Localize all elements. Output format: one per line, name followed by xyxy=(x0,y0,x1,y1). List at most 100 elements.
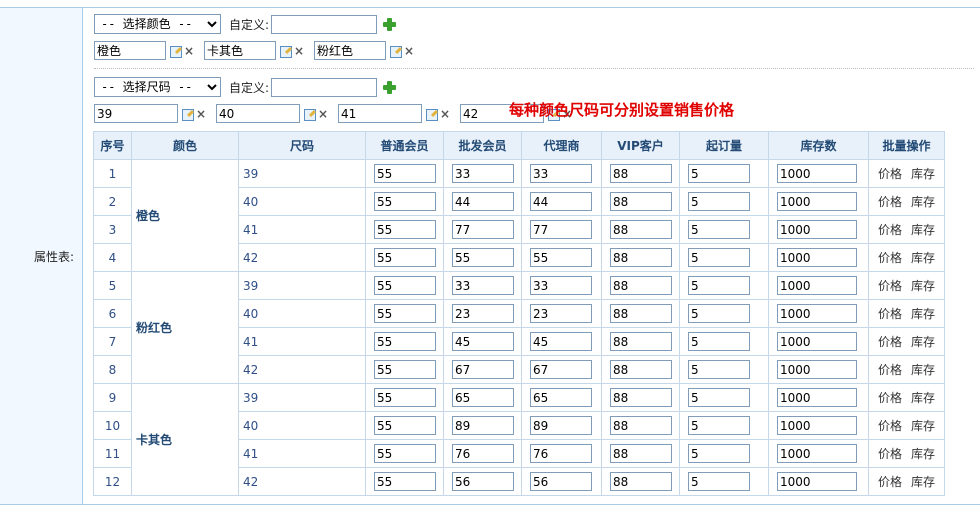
close-icon[interactable]: × xyxy=(440,108,450,120)
wholesale-member-price-input[interactable] xyxy=(452,192,514,211)
batch-price-link[interactable]: 价格 xyxy=(878,279,902,293)
regular-member-price-input[interactable] xyxy=(374,444,436,463)
batch-stock-link[interactable]: 库存 xyxy=(911,307,935,321)
batch-stock-link[interactable]: 库存 xyxy=(911,475,935,489)
batch-stock-link[interactable]: 库存 xyxy=(911,167,935,181)
add-size-plus-icon[interactable] xyxy=(383,80,397,94)
agent-price-input[interactable] xyxy=(530,276,592,295)
agent-price-input[interactable] xyxy=(530,220,592,239)
add-color-plus-icon[interactable] xyxy=(383,17,397,31)
stock-input[interactable] xyxy=(777,444,857,463)
edit-icon[interactable] xyxy=(426,108,438,121)
size-tag-input[interactable] xyxy=(216,104,300,123)
min-order-input[interactable] xyxy=(688,332,750,351)
color-tag-input[interactable] xyxy=(94,41,166,60)
vip-price-input[interactable] xyxy=(610,332,672,351)
batch-price-link[interactable]: 价格 xyxy=(878,251,902,265)
min-order-input[interactable] xyxy=(688,164,750,183)
agent-price-input[interactable] xyxy=(530,164,592,183)
color-tag-input[interactable] xyxy=(314,41,386,60)
min-order-input[interactable] xyxy=(688,472,750,491)
color-tag-input[interactable] xyxy=(204,41,276,60)
min-order-input[interactable] xyxy=(688,276,750,295)
edit-icon[interactable] xyxy=(304,108,316,121)
regular-member-price-input[interactable] xyxy=(374,248,436,267)
vip-price-input[interactable] xyxy=(610,472,672,491)
stock-input[interactable] xyxy=(777,276,857,295)
regular-member-price-input[interactable] xyxy=(374,472,436,491)
edit-icon[interactable] xyxy=(390,45,402,58)
batch-stock-link[interactable]: 库存 xyxy=(911,391,935,405)
batch-price-link[interactable]: 价格 xyxy=(878,195,902,209)
regular-member-price-input[interactable] xyxy=(374,416,436,435)
min-order-input[interactable] xyxy=(688,444,750,463)
stock-input[interactable] xyxy=(777,388,857,407)
agent-price-input[interactable] xyxy=(530,360,592,379)
regular-member-price-input[interactable] xyxy=(374,360,436,379)
stock-input[interactable] xyxy=(777,360,857,379)
agent-price-input[interactable] xyxy=(530,248,592,267)
close-icon[interactable]: × xyxy=(294,45,304,57)
size-select[interactable]: -- 选择尺码 -- xyxy=(94,77,221,97)
vip-price-input[interactable] xyxy=(610,388,672,407)
stock-input[interactable] xyxy=(777,220,857,239)
batch-stock-link[interactable]: 库存 xyxy=(911,447,935,461)
stock-input[interactable] xyxy=(777,416,857,435)
batch-price-link[interactable]: 价格 xyxy=(878,223,902,237)
wholesale-member-price-input[interactable] xyxy=(452,416,514,435)
regular-member-price-input[interactable] xyxy=(374,276,436,295)
agent-price-input[interactable] xyxy=(530,472,592,491)
vip-price-input[interactable] xyxy=(610,164,672,183)
size-tag-input[interactable] xyxy=(338,104,422,123)
min-order-input[interactable] xyxy=(688,388,750,407)
vip-price-input[interactable] xyxy=(610,276,672,295)
vip-price-input[interactable] xyxy=(610,416,672,435)
stock-input[interactable] xyxy=(777,164,857,183)
agent-price-input[interactable] xyxy=(530,332,592,351)
wholesale-member-price-input[interactable] xyxy=(452,276,514,295)
min-order-input[interactable] xyxy=(688,304,750,323)
close-icon[interactable]: × xyxy=(318,108,328,120)
min-order-input[interactable] xyxy=(688,192,750,211)
edit-icon[interactable] xyxy=(170,45,182,58)
regular-member-price-input[interactable] xyxy=(374,164,436,183)
batch-stock-link[interactable]: 库存 xyxy=(911,335,935,349)
vip-price-input[interactable] xyxy=(610,220,672,239)
close-icon[interactable]: × xyxy=(184,45,194,57)
stock-input[interactable] xyxy=(777,332,857,351)
min-order-input[interactable] xyxy=(688,248,750,267)
batch-stock-link[interactable]: 库存 xyxy=(911,251,935,265)
custom-size-input[interactable] xyxy=(271,77,378,97)
batch-stock-link[interactable]: 库存 xyxy=(911,279,935,293)
color-select[interactable]: -- 选择颜色 -- xyxy=(94,14,221,34)
close-icon[interactable]: × xyxy=(404,45,414,57)
batch-price-link[interactable]: 价格 xyxy=(878,307,902,321)
batch-price-link[interactable]: 价格 xyxy=(878,363,902,377)
wholesale-member-price-input[interactable] xyxy=(452,164,514,183)
stock-input[interactable] xyxy=(777,472,857,491)
agent-price-input[interactable] xyxy=(530,192,592,211)
custom-color-input[interactable] xyxy=(271,14,378,34)
min-order-input[interactable] xyxy=(688,360,750,379)
regular-member-price-input[interactable] xyxy=(374,192,436,211)
wholesale-member-price-input[interactable] xyxy=(452,248,514,267)
wholesale-member-price-input[interactable] xyxy=(452,304,514,323)
batch-price-link[interactable]: 价格 xyxy=(878,167,902,181)
batch-stock-link[interactable]: 库存 xyxy=(911,223,935,237)
batch-price-link[interactable]: 价格 xyxy=(878,419,902,433)
wholesale-member-price-input[interactable] xyxy=(452,332,514,351)
wholesale-member-price-input[interactable] xyxy=(452,472,514,491)
edit-icon[interactable] xyxy=(280,45,292,58)
regular-member-price-input[interactable] xyxy=(374,388,436,407)
stock-input[interactable] xyxy=(777,192,857,211)
agent-price-input[interactable] xyxy=(530,304,592,323)
size-tag-input[interactable] xyxy=(94,104,178,123)
batch-stock-link[interactable]: 库存 xyxy=(911,419,935,433)
min-order-input[interactable] xyxy=(688,416,750,435)
agent-price-input[interactable] xyxy=(530,388,592,407)
batch-price-link[interactable]: 价格 xyxy=(878,391,902,405)
batch-stock-link[interactable]: 库存 xyxy=(911,363,935,377)
edit-icon[interactable] xyxy=(182,108,194,121)
agent-price-input[interactable] xyxy=(530,416,592,435)
regular-member-price-input[interactable] xyxy=(374,304,436,323)
